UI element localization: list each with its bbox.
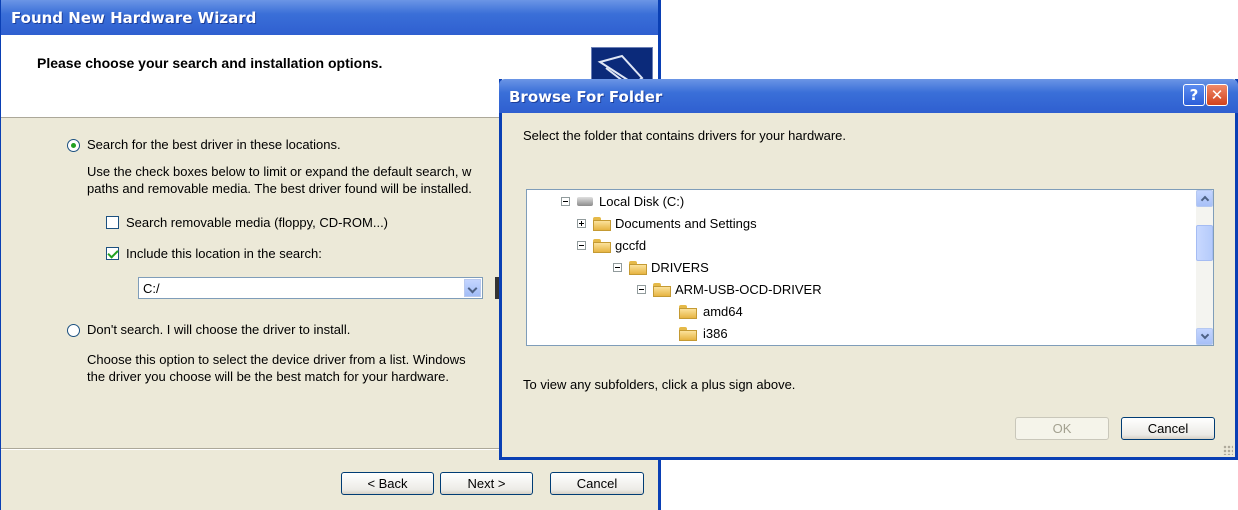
- tree-node-label: i386: [703, 326, 728, 341]
- browse-title: Browse For Folder: [509, 88, 663, 106]
- ok-button[interactable]: OK: [1015, 417, 1109, 440]
- help-icon[interactable]: ?: [1183, 84, 1205, 106]
- dont-search-description-line1: Choose this option to select the device …: [87, 352, 466, 367]
- folder-icon: [593, 217, 611, 231]
- scroll-up-icon[interactable]: [1196, 190, 1213, 207]
- location-value: C:/: [143, 281, 160, 296]
- tree-node-label: Documents and Settings: [615, 216, 757, 231]
- collapse-icon[interactable]: [561, 197, 570, 206]
- folder-icon: [593, 239, 611, 253]
- browse-cancel-button[interactable]: Cancel: [1121, 417, 1215, 440]
- wizard-cancel-button[interactable]: Cancel: [550, 472, 644, 495]
- include-location-label[interactable]: Include this location in the search:: [126, 246, 322, 261]
- expand-icon[interactable]: [577, 219, 586, 228]
- folder-icon: [679, 305, 697, 319]
- chevron-down-icon[interactable]: [464, 279, 481, 297]
- browse-titlebar[interactable]: Browse For Folder ? ✕: [499, 79, 1238, 113]
- browse-instruction: Select the folder that contains drivers …: [523, 128, 846, 143]
- browse-folder-dialog: Browse For Folder ? ✕ Select the folder …: [499, 79, 1238, 460]
- wizard-titlebar[interactable]: Found New Hardware Wizard: [1, 0, 658, 35]
- folder-icon: [653, 283, 671, 297]
- folder-icon: [629, 261, 647, 275]
- tree-node-label: gccfd: [615, 238, 647, 253]
- folder-tree[interactable]: Local Disk (C:) Documents and Settings g…: [526, 189, 1214, 346]
- tree-scrollbar[interactable]: [1196, 190, 1213, 345]
- search-option-radio[interactable]: [67, 139, 80, 152]
- removable-media-label[interactable]: Search removable media (floppy, CD-ROM..…: [126, 215, 388, 230]
- folder-icon: [679, 327, 697, 341]
- tree-node-label: ARM-USB-OCD-DRIVER: [675, 282, 822, 297]
- include-location-checkbox[interactable]: [106, 247, 119, 260]
- removable-media-checkbox[interactable]: [106, 216, 119, 229]
- wizard-title: Found New Hardware Wizard: [11, 9, 257, 27]
- collapse-icon[interactable]: [613, 263, 622, 272]
- search-option-label[interactable]: Search for the best driver in these loca…: [87, 137, 341, 152]
- disk-icon: [577, 197, 593, 206]
- scroll-thumb[interactable]: [1196, 225, 1213, 261]
- search-description-line2: paths and removable media. The best driv…: [87, 181, 472, 196]
- dont-search-radio[interactable]: [67, 324, 80, 337]
- browse-hint: To view any subfolders, click a plus sig…: [523, 377, 796, 392]
- next-button[interactable]: Next >: [440, 472, 533, 495]
- location-combobox[interactable]: C:/: [138, 277, 483, 299]
- dont-search-label[interactable]: Don't search. I will choose the driver t…: [87, 322, 350, 337]
- close-icon[interactable]: ✕: [1206, 84, 1228, 106]
- wizard-heading: Please choose your search and installati…: [37, 55, 383, 71]
- tree-node-label: DRIVERS: [651, 260, 709, 275]
- collapse-icon[interactable]: [577, 241, 586, 250]
- tree-node-label: Local Disk (C:): [599, 194, 685, 209]
- tree-node-label: amd64: [703, 304, 743, 319]
- scroll-down-icon[interactable]: [1196, 328, 1213, 345]
- back-button[interactable]: < Back: [341, 472, 434, 495]
- dont-search-description-line2: the driver you choose will be the best m…: [87, 369, 450, 384]
- resize-grip-icon[interactable]: [1223, 445, 1233, 455]
- collapse-icon[interactable]: [637, 285, 646, 294]
- search-description-line1: Use the check boxes below to limit or ex…: [87, 164, 472, 179]
